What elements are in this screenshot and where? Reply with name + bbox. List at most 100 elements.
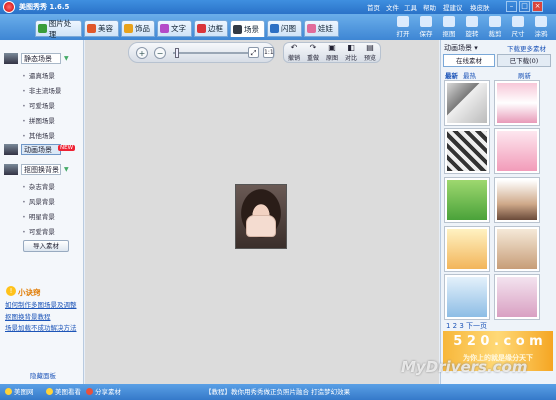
original-button[interactable]: ▣ 原图 [323, 43, 341, 62]
brush-icon [535, 16, 547, 27]
compare-icon: ◧ [347, 43, 355, 52]
pagination[interactable]: 1 2 3 下一页 [446, 321, 487, 331]
rotate-icon [466, 16, 478, 27]
undo-icon: ↶ [290, 43, 298, 52]
tab-online-materials[interactable]: 在线素材 [443, 54, 495, 67]
close-button[interactable]: × [532, 1, 543, 12]
tab-text[interactable]: 文字 [157, 20, 192, 37]
app-logo-icon [3, 1, 15, 13]
preview-button[interactable]: ▤ 预览 [361, 43, 379, 62]
tab-frames[interactable]: 边框 [194, 20, 228, 37]
fit-window-button[interactable]: ⤢ [248, 47, 259, 58]
doodle-button[interactable]: 涂鸦 [530, 15, 552, 39]
material-thumbnail[interactable] [494, 226, 540, 272]
sub-item-cute[interactable]: 可爱场景 [22, 100, 55, 110]
hide-panel-link[interactable]: 隐藏面板 [30, 370, 56, 380]
share-material-link[interactable]: 分享素材 [86, 386, 121, 396]
tip-link-cutout-tutorial[interactable]: 抠图换背景教程 [5, 311, 51, 321]
resize-button[interactable]: 尺寸 [507, 15, 529, 39]
resize-icon [512, 16, 524, 27]
tutorial-ticker-link[interactable]: 【教程】教你用秀秀做正负照片融合 打造梦幻效果 [205, 386, 350, 396]
actual-size-button[interactable]: 1:1 [263, 47, 274, 58]
zoom-slider[interactable] [173, 52, 249, 54]
chevron-down-icon: ▼ [64, 166, 69, 173]
sub-item-landscape[interactable]: 风景背景 [22, 196, 55, 206]
sort-newest[interactable]: 最新 [445, 70, 458, 80]
material-thumbnail[interactable] [444, 128, 490, 174]
material-thumbnail[interactable] [444, 274, 490, 320]
photo-hands [246, 215, 276, 237]
crop-button[interactable]: 裁剪 [484, 15, 506, 39]
material-thumbnail[interactable] [494, 80, 540, 126]
scene-thumb-icon [4, 164, 18, 175]
category-cutout-bg[interactable]: 抠图换背景 ▼ [4, 163, 69, 176]
menu-help[interactable]: 帮助 [423, 2, 436, 12]
redo-icon: ↷ [309, 43, 317, 52]
menu-tools[interactable]: 工具 [404, 2, 417, 12]
zoom-in-button[interactable]: + [136, 47, 148, 59]
rotate-button[interactable]: 旋转 [461, 15, 483, 39]
save-button[interactable]: 保存 [415, 15, 437, 39]
scene-thumb-icon [4, 144, 18, 155]
zoom-out-button[interactable]: − [154, 47, 166, 59]
material-thumbnail[interactable] [494, 274, 540, 320]
app-title: 美图秀秀 1.6.5 [19, 3, 70, 11]
crop-icon [489, 16, 501, 27]
watermark: MyDrivers.com [401, 358, 528, 376]
tab-beauty[interactable]: 美容 [84, 20, 119, 37]
tips-title: 小诀窍 [18, 288, 41, 297]
material-thumbnail[interactable] [494, 128, 540, 174]
menu-home[interactable]: 首页 [367, 2, 380, 12]
refresh-button[interactable]: 刷新 [518, 70, 531, 80]
download-more-link[interactable]: 下载更多素材 [507, 43, 546, 53]
save-icon [420, 16, 432, 27]
zoom-slider-handle[interactable] [175, 48, 179, 58]
new-badge: NEW [58, 145, 76, 151]
meitu-site-link[interactable]: 美图网 [5, 386, 34, 396]
home-icon [5, 387, 12, 395]
cutout-button[interactable]: 抠图 [438, 15, 460, 39]
heart-icon [124, 24, 133, 33]
image-icon: ▣ [328, 43, 336, 52]
category-static-scenes[interactable]: 静态场景 ▼ [4, 52, 69, 65]
sub-item-nonmainstream[interactable]: 非主流场景 [22, 85, 62, 95]
material-category-dropdown[interactable]: 动画场景 ▾ [444, 43, 478, 53]
tip-link-load-failure[interactable]: 场景加载不成功解决方法 [5, 322, 77, 332]
tab-dolls[interactable]: 娃娃 [304, 20, 339, 37]
compare-button[interactable]: ◧ 对比 [342, 43, 360, 62]
open-button[interactable]: 打开 [392, 15, 414, 39]
undo-button[interactable]: ↶ 撤销 [285, 43, 303, 62]
sub-item-realistic[interactable]: 逼真场景 [22, 70, 55, 80]
tip-link-multi-scene[interactable]: 如何制作多图场景及调整 [5, 299, 77, 309]
preview-icon: ▤ [366, 43, 374, 52]
sub-item-collage[interactable]: 拼图场景 [22, 115, 55, 125]
material-thumbnail[interactable] [444, 80, 490, 126]
sub-item-cute-bg[interactable]: 可爱背景 [22, 226, 55, 236]
meitu-viewer-link[interactable]: 美图看看 [46, 386, 81, 396]
menu-feedback[interactable]: 提建议 [443, 2, 463, 12]
tab-downloaded-materials[interactable]: 已下载(0) [497, 54, 551, 67]
scene-thumb-icon [4, 53, 18, 64]
material-thumbnail[interactable] [494, 177, 540, 223]
viewer-icon [46, 387, 53, 395]
sort-hottest[interactable]: 最热 [463, 70, 476, 80]
text-icon [160, 24, 169, 33]
tab-accessories[interactable]: 饰品 [121, 20, 155, 37]
material-thumbnail[interactable] [444, 226, 490, 272]
category-animated-scenes[interactable]: 动画场景 [4, 143, 61, 156]
tab-scenes[interactable]: 场景 [230, 20, 265, 37]
import-material-button[interactable]: 导入素材 [23, 240, 69, 252]
sub-item-celebrity[interactable]: 明星背景 [22, 211, 55, 221]
face-icon [87, 24, 96, 33]
menu-skin[interactable]: 换皮肤 [470, 2, 490, 12]
maximize-button[interactable]: □ [519, 1, 530, 12]
sub-item-other[interactable]: 其他场景 [22, 130, 55, 140]
minimize-button[interactable]: – [506, 1, 517, 12]
tab-image-processing[interactable]: 图片处理 [35, 19, 82, 39]
redo-button[interactable]: ↷ 重做 [304, 43, 322, 62]
tab-flash[interactable]: 闪图 [267, 20, 302, 37]
material-thumbnail[interactable] [444, 177, 490, 223]
sub-item-magazine[interactable]: 杂志背景 [22, 181, 55, 191]
share-icon [86, 387, 93, 395]
menu-file[interactable]: 文件 [386, 2, 399, 12]
